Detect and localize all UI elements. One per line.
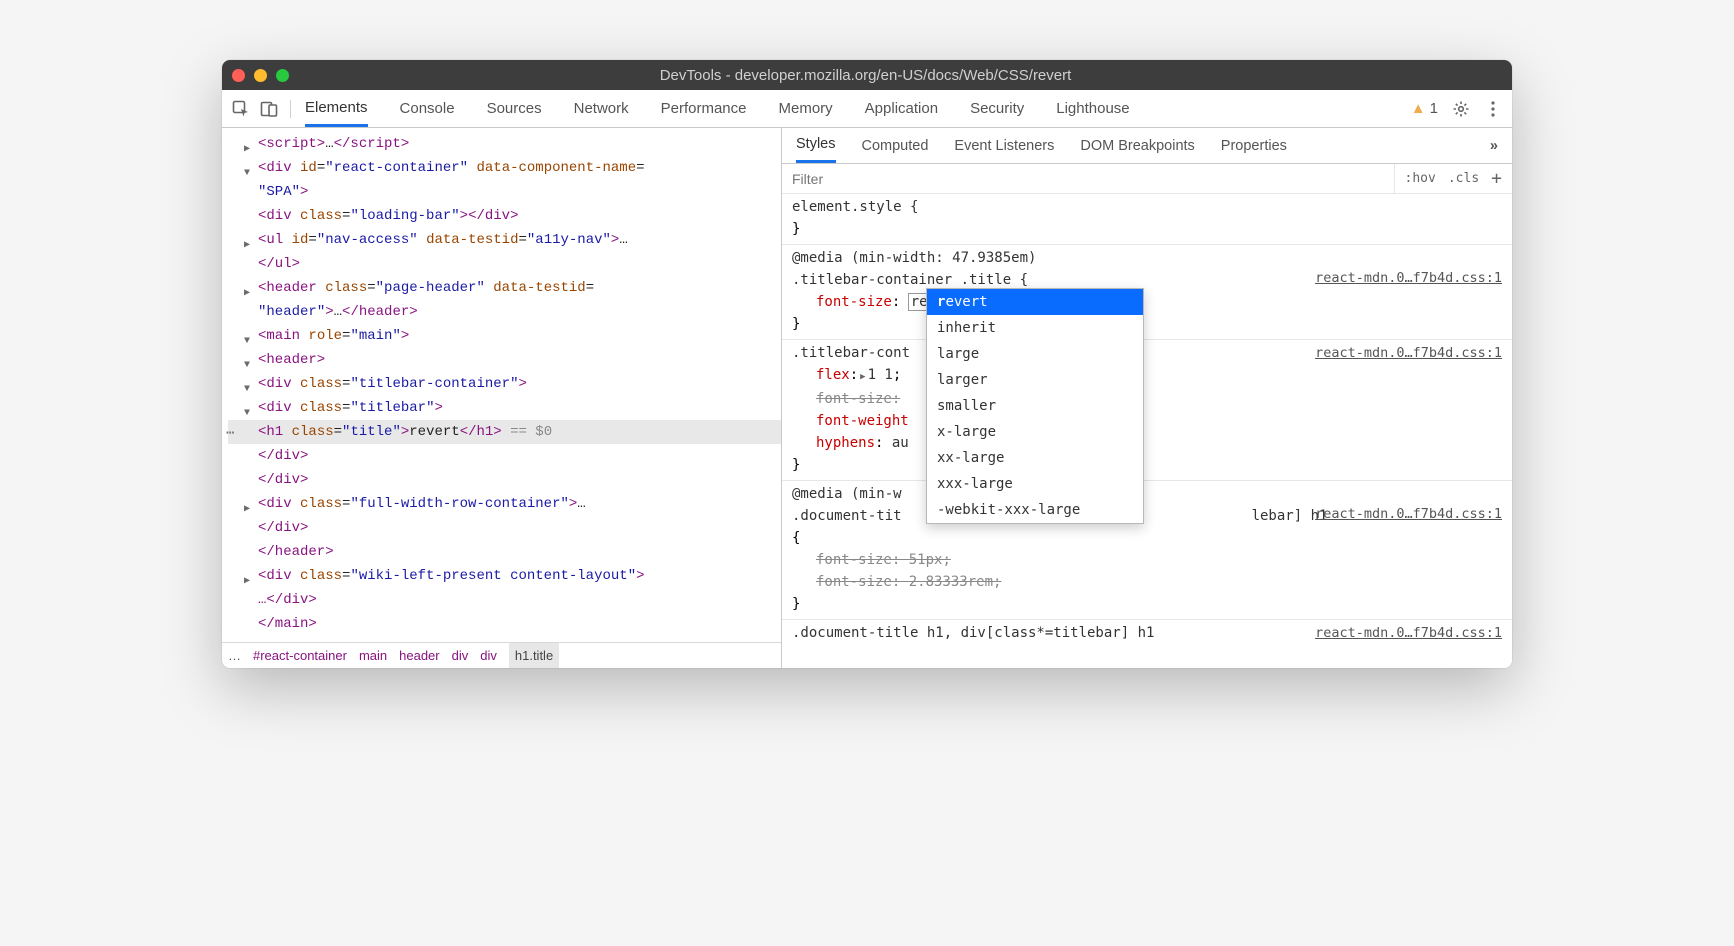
settings-icon[interactable] [1452,100,1470,118]
tab-memory[interactable]: Memory [779,92,833,125]
main-toolbar: Elements Console Sources Network Perform… [222,90,1512,128]
warnings-badge[interactable]: ▲ 1 [1411,100,1438,117]
tab-security[interactable]: Security [970,92,1024,125]
styles-filter-input[interactable] [782,164,1394,193]
warning-count: 1 [1430,100,1438,117]
elements-panel: <script>…</script> <div id="react-contai… [222,128,782,668]
content-area: <script>…</script> <div id="react-contai… [222,128,1512,668]
subtab-styles[interactable]: Styles [796,128,836,163]
rule-media-title[interactable]: react-mdn.0…f7b4d.css:1 @media (min-widt… [782,245,1512,340]
panel-tabs: Elements Console Sources Network Perform… [305,91,1411,127]
styles-filter-row: :hov .cls + [782,164,1512,194]
rule-document-title[interactable]: react-mdn.0…f7b4d.css:1 .document-title … [782,620,1512,648]
ac-item-revert[interactable]: revert [927,289,1143,315]
crumb-h1-title[interactable]: h1.title [509,642,559,668]
source-link[interactable]: react-mdn.0…f7b4d.css:1 [1315,503,1502,525]
styles-panel: Styles Computed Event Listeners DOM Brea… [782,128,1512,668]
device-toggle-icon[interactable] [260,100,278,118]
ac-item[interactable]: smaller [927,393,1143,419]
zoom-window-button[interactable] [276,69,289,82]
autocomplete-popup[interactable]: revert inherit large larger smaller x-la… [926,288,1144,524]
ac-item[interactable]: x-large [927,419,1143,445]
ac-item[interactable]: inherit [927,315,1143,341]
subtab-computed[interactable]: Computed [862,130,929,162]
window-title: DevTools - developer.mozilla.org/en-US/d… [309,67,1422,84]
traffic-lights [232,69,289,82]
tab-application[interactable]: Application [865,92,938,125]
styles-rules: element.style { } react-mdn.0…f7b4d.css:… [782,194,1512,668]
ac-item[interactable]: large [927,341,1143,367]
selected-dom-node[interactable]: <h1 class="title">revert</h1> == $0 [228,420,781,444]
new-style-rule-button[interactable]: + [1491,168,1502,189]
tab-console[interactable]: Console [400,92,455,125]
devtools-window: DevTools - developer.mozilla.org/en-US/d… [222,60,1512,668]
cls-toggle[interactable]: .cls [1448,171,1479,186]
rule-element-style[interactable]: element.style { } [782,194,1512,245]
crumb-div1[interactable]: div [452,644,469,668]
tab-network[interactable]: Network [574,92,629,125]
dom-tree[interactable]: <script>…</script> <div id="react-contai… [222,128,781,642]
breadcrumb: … #react-container main header div div h… [222,642,781,668]
ac-item[interactable]: larger [927,367,1143,393]
subtab-properties[interactable]: Properties [1221,130,1287,162]
ac-item[interactable]: xxx-large [927,471,1143,497]
source-link[interactable]: react-mdn.0…f7b4d.css:1 [1315,267,1502,289]
hov-toggle[interactable]: :hov [1405,171,1436,186]
ac-item[interactable]: xx-large [927,445,1143,471]
tab-sources[interactable]: Sources [487,92,542,125]
close-window-button[interactable] [232,69,245,82]
inspect-element-icon[interactable] [232,100,250,118]
crumb-main[interactable]: main [359,644,387,668]
window-titlebar: DevTools - developer.mozilla.org/en-US/d… [222,60,1512,90]
ac-item[interactable]: -webkit-xxx-large [927,497,1143,523]
tab-lighthouse[interactable]: Lighthouse [1056,92,1129,125]
rule-titlebar-container[interactable]: react-mdn.0…f7b4d.css:1 .titlebar-cont f… [782,340,1512,481]
subtab-event-listeners[interactable]: Event Listeners [954,130,1054,162]
tab-elements[interactable]: Elements [305,91,368,127]
source-link[interactable]: react-mdn.0…f7b4d.css:1 [1315,342,1502,364]
minimize-window-button[interactable] [254,69,267,82]
rule-document-title-media[interactable]: react-mdn.0…f7b4d.css:1 @media (min-w .d… [782,481,1512,620]
subtab-dom-breakpoints[interactable]: DOM Breakpoints [1080,130,1194,162]
dom-node[interactable]: <script> [258,136,325,152]
tab-performance[interactable]: Performance [661,92,747,125]
crumb-header[interactable]: header [399,644,439,668]
styles-subtabs: Styles Computed Event Listeners DOM Brea… [782,128,1512,164]
breadcrumb-overflow[interactable]: … [228,644,241,668]
crumb-div2[interactable]: div [480,644,497,668]
warning-icon: ▲ [1411,100,1426,117]
crumb-react-container[interactable]: #react-container [253,644,347,668]
source-link[interactable]: react-mdn.0…f7b4d.css:1 [1315,622,1502,644]
kebab-menu-icon[interactable] [1484,100,1502,118]
more-tabs-icon[interactable]: » [1490,138,1498,154]
